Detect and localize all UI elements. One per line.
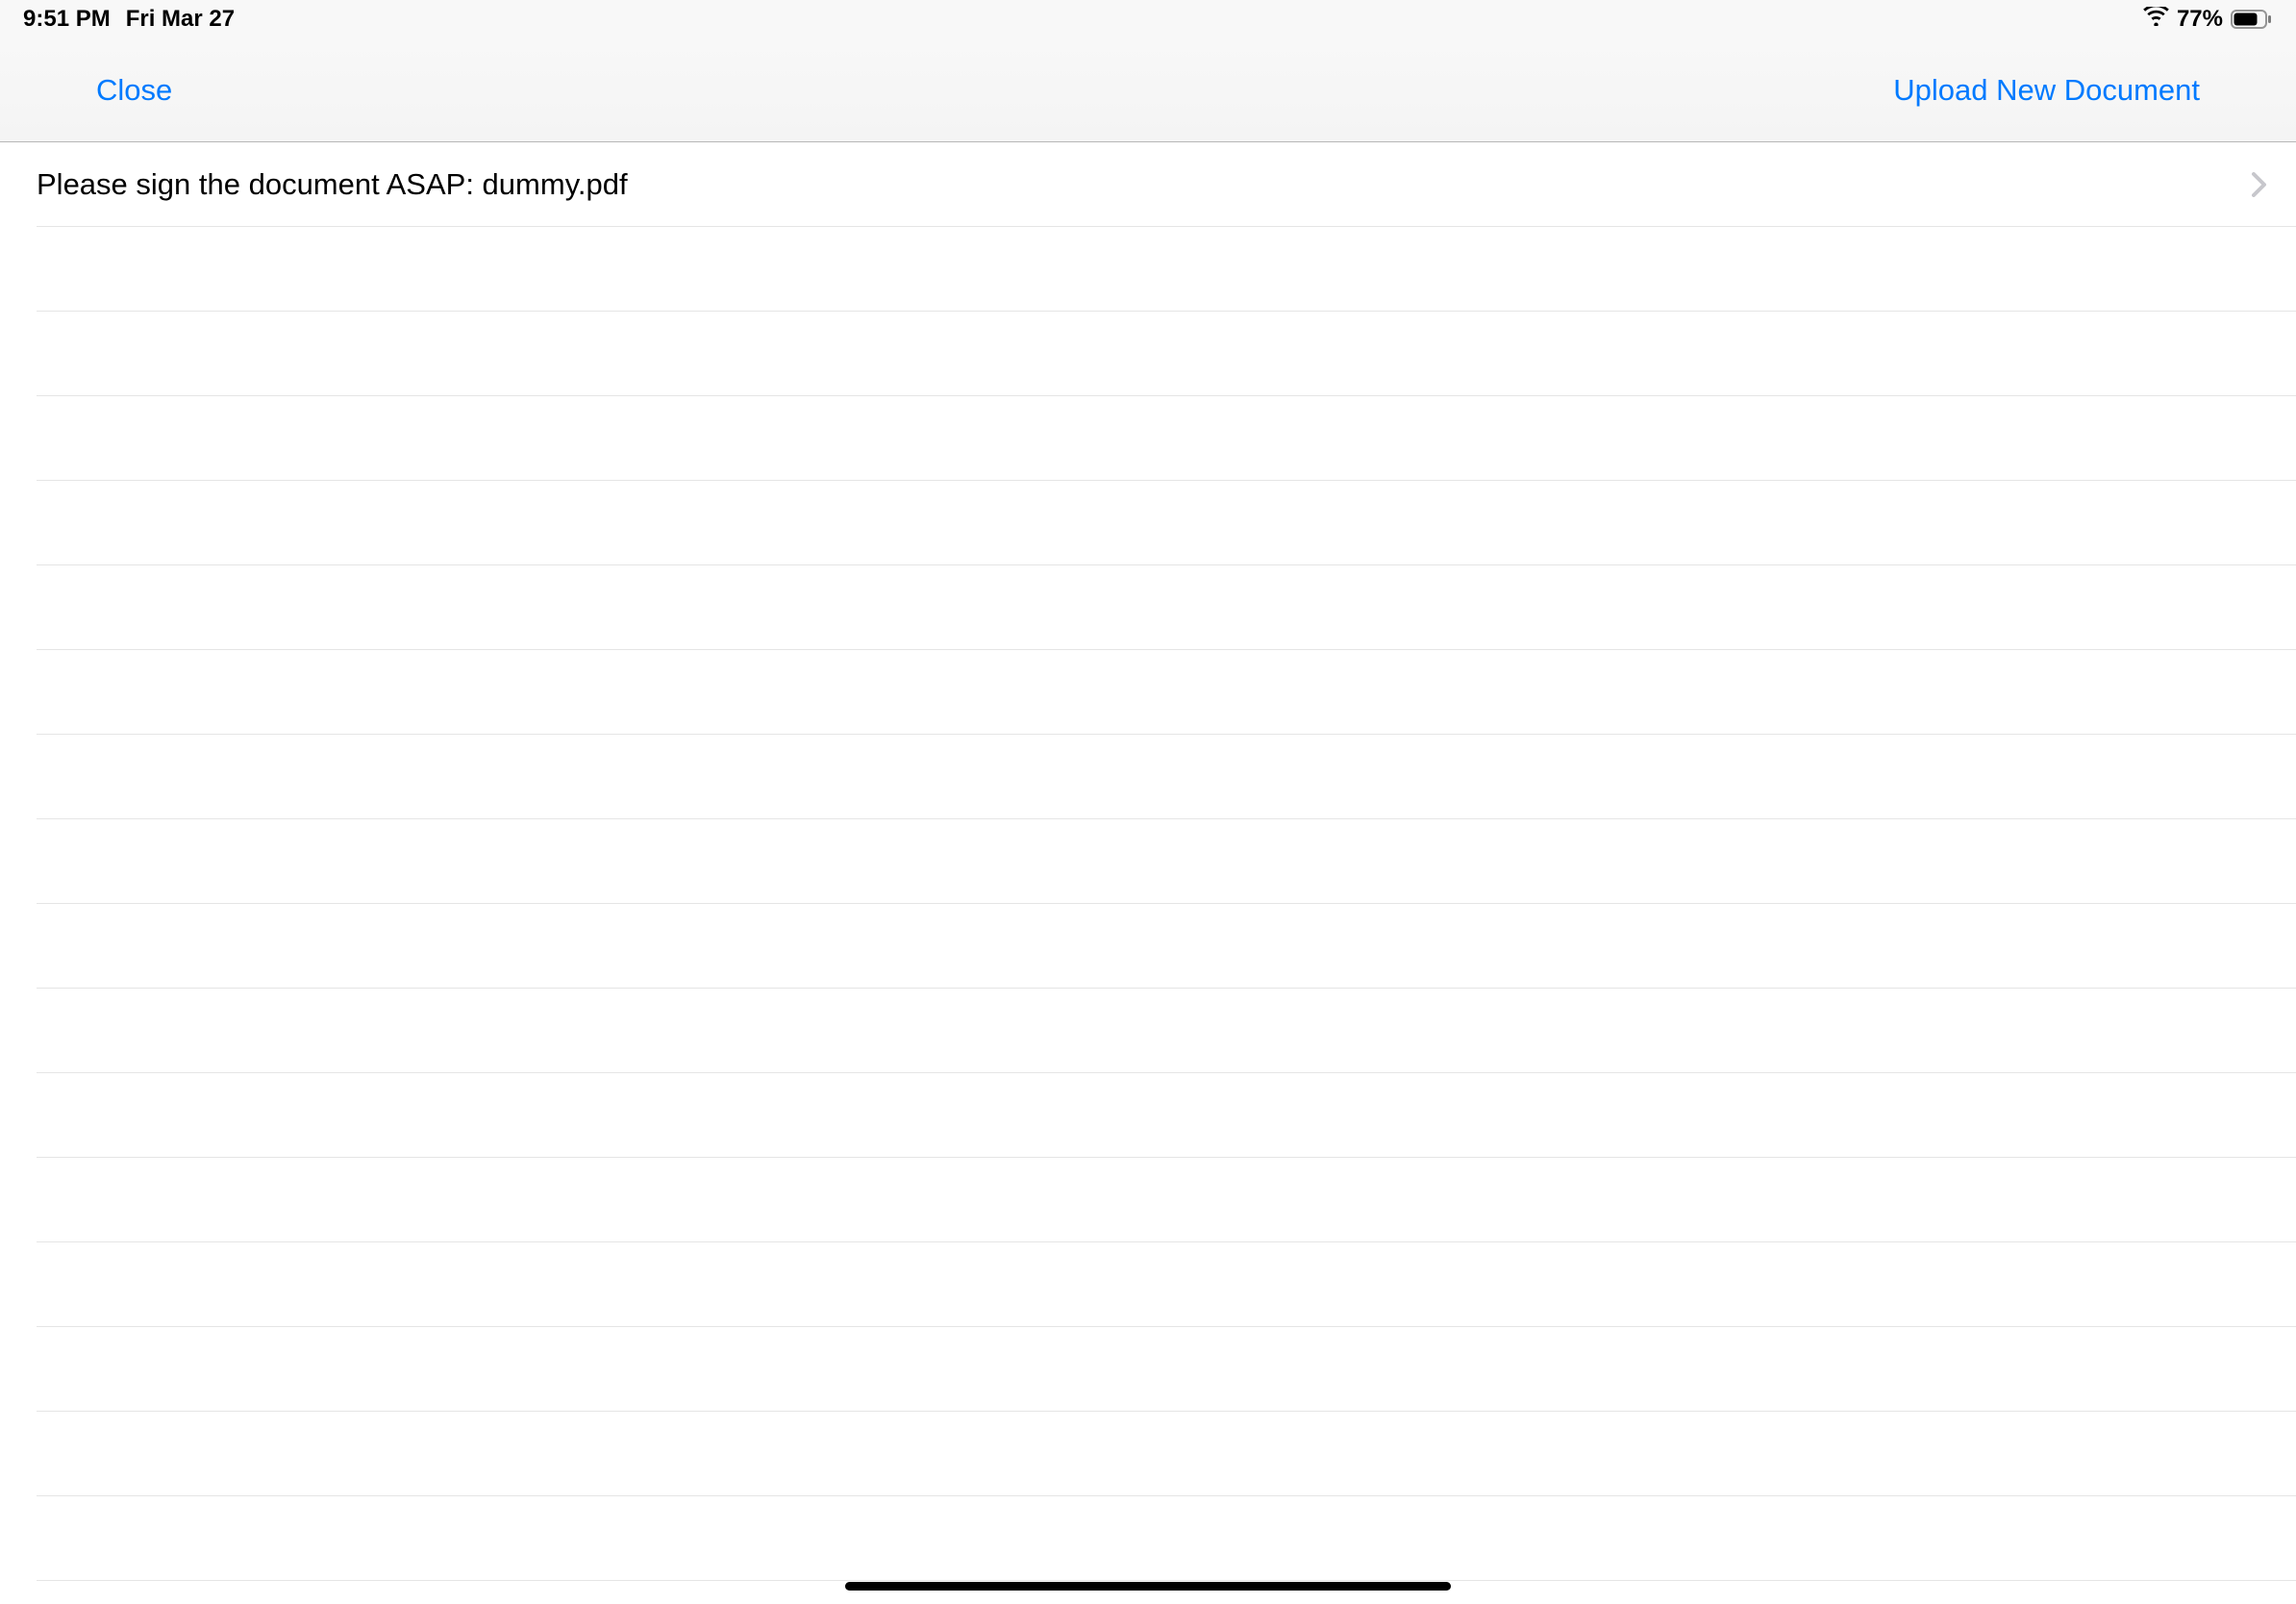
list-item[interactable] (37, 650, 2296, 735)
upload-new-document-button[interactable]: Upload New Document (1893, 73, 2200, 108)
list-item[interactable] (37, 396, 2296, 481)
list-item[interactable] (37, 1412, 2296, 1496)
close-button[interactable]: Close (96, 73, 172, 108)
navigation-bar: Close Upload New Document (0, 38, 2296, 142)
status-date: Fri Mar 27 (126, 6, 235, 33)
list-item[interactable] (37, 565, 2296, 650)
list-item[interactable] (37, 1073, 2296, 1158)
status-bar-left: 9:51 PM Fri Mar 27 (23, 6, 235, 33)
home-indicator[interactable] (845, 1582, 1451, 1591)
battery-percent: 77% (2177, 6, 2223, 33)
list-item[interactable] (37, 1327, 2296, 1412)
list-item[interactable] (37, 1158, 2296, 1242)
document-list: Please sign the document ASAP: dummy.pdf (0, 142, 2296, 1581)
status-time: 9:51 PM (23, 6, 111, 33)
list-item[interactable] (37, 735, 2296, 819)
list-item[interactable] (37, 481, 2296, 565)
status-bar: 9:51 PM Fri Mar 27 77% (0, 0, 2296, 38)
list-item[interactable] (37, 312, 2296, 396)
list-item[interactable] (37, 227, 2296, 312)
list-item[interactable] (37, 1496, 2296, 1581)
list-item[interactable] (37, 819, 2296, 904)
list-item[interactable] (37, 1242, 2296, 1327)
list-item[interactable]: Please sign the document ASAP: dummy.pdf (37, 142, 2296, 227)
status-bar-right: 77% (2143, 6, 2273, 33)
wifi-icon (2143, 6, 2169, 33)
list-item[interactable] (37, 989, 2296, 1073)
chevron-right-icon (2252, 172, 2267, 197)
list-item-label: Please sign the document ASAP: dummy.pdf (37, 167, 2252, 202)
list-item[interactable] (37, 904, 2296, 989)
battery-icon (2231, 10, 2273, 29)
